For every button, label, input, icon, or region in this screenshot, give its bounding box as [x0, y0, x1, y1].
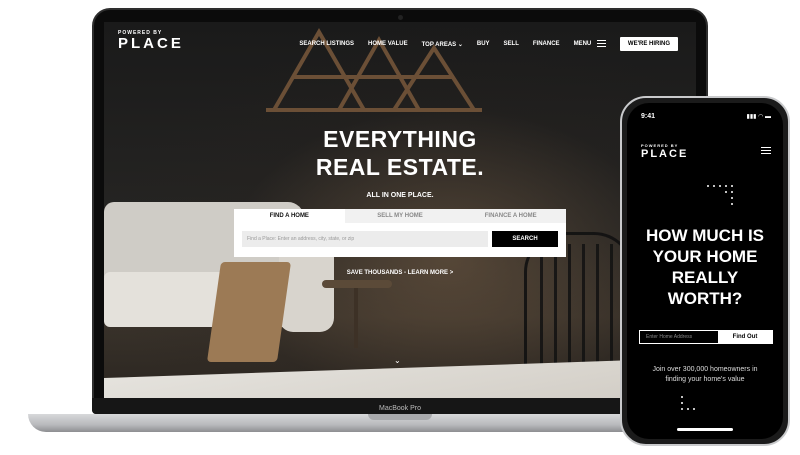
hero-title: EVERYTHING REAL ESTATE. [104, 125, 696, 181]
phone-title-line2: YOUR HOME [652, 247, 758, 266]
home-indicator[interactable] [677, 428, 733, 431]
phone-screen: 9:41 ▮▮▮ ◠ ▬ POWERED BY PLACE HOW MUCH I… [627, 103, 783, 439]
nav-home-value[interactable]: HOME VALUE [368, 41, 408, 47]
laptop-notch [368, 414, 432, 420]
phone-join-line2: finding your home's value [665, 376, 745, 383]
hamburger-icon[interactable] [761, 147, 771, 154]
search-input[interactable]: Find a Place: Enter an address, city, st… [242, 231, 488, 247]
nav-search-listings[interactable]: SEARCH LISTINGS [299, 41, 354, 47]
hero-title-line1: EVERYTHING [323, 126, 477, 152]
hero-subtitle: ALL IN ONE PLACE. [366, 192, 434, 199]
menu-label: MENU [573, 41, 592, 48]
status-time: 9:41 [641, 113, 656, 120]
dots-pattern-top [707, 185, 733, 205]
tab-sell-my-home[interactable]: SELL MY HOME [344, 209, 456, 223]
phone-frame: 9:41 ▮▮▮ ◠ ▬ POWERED BY PLACE HOW MUCH I… [620, 96, 790, 446]
nav-finance[interactable]: FINANCE [533, 41, 560, 47]
nav-sell[interactable]: SELL [504, 41, 519, 47]
phone-hero-title: HOW MUCH IS YOUR HOME REALLY WORTH? [627, 225, 783, 309]
hero-title-line2: REAL ESTATE. [315, 154, 485, 180]
phone-logo-wordmark: PLACE [641, 148, 689, 160]
camera-icon [398, 15, 403, 20]
menu-button[interactable]: MENU [573, 40, 606, 48]
nav-buy[interactable]: BUY [477, 41, 490, 47]
save-thousands-link[interactable]: SAVE THOUSANDS - LEARN MORE > [104, 270, 696, 276]
phone-logo[interactable]: POWERED BY PLACE [641, 143, 688, 160]
status-icons: ▮▮▮ ◠ ▬ [746, 114, 771, 120]
chevron-down-icon[interactable]: ⌄ [394, 356, 401, 365]
search-button[interactable]: SEARCH [492, 231, 558, 247]
side-table-image [322, 280, 392, 288]
throw-blanket-image [206, 262, 292, 362]
phone-notch [671, 103, 739, 115]
chair-rungs-image [540, 244, 620, 364]
logo-wordmark: PLACE [118, 35, 184, 52]
phone-join-line1: Join over 300,000 homeowners in [652, 366, 758, 373]
site-nav: SEARCH LISTINGS HOME VALUE TOP AREAS ⌄ B… [299, 37, 678, 51]
phone-join-text: Join over 300,000 homeowners in finding … [627, 365, 783, 385]
home-value-form: Enter Home Address Find Out [639, 330, 773, 344]
home-address-input[interactable]: Enter Home Address [640, 331, 718, 343]
find-out-button[interactable]: Find Out [718, 331, 772, 343]
laptop-screen: POWERED BY PLACE SEARCH LISTINGS HOME VA… [104, 22, 696, 400]
nav-top-areas[interactable]: TOP AREAS ⌄ [422, 41, 463, 48]
search-row: Find a Place: Enter an address, city, st… [234, 223, 566, 247]
phone-title-line3: REALLY [671, 268, 739, 287]
tab-finance-a-home[interactable]: FINANCE A HOME [455, 209, 567, 223]
site-logo[interactable]: POWERED BY PLACE [118, 30, 184, 52]
search-tabs: FIND A HOME SELL MY HOME FINANCE A HOME [234, 209, 567, 223]
phone-title-line4: WORTH? [667, 289, 743, 308]
side-table-leg-image [354, 288, 358, 348]
tab-find-a-home[interactable]: FIND A HOME [234, 209, 345, 223]
wall-shelf-image [266, 27, 482, 112]
phone-title-line1: HOW MUCH IS [645, 226, 765, 245]
hiring-button[interactable]: WE'RE HIRING [619, 37, 678, 51]
dots-pattern-bottom [681, 396, 695, 410]
hamburger-icon [596, 40, 606, 48]
search-card: FIND A HOME SELL MY HOME FINANCE A HOME … [234, 209, 567, 257]
